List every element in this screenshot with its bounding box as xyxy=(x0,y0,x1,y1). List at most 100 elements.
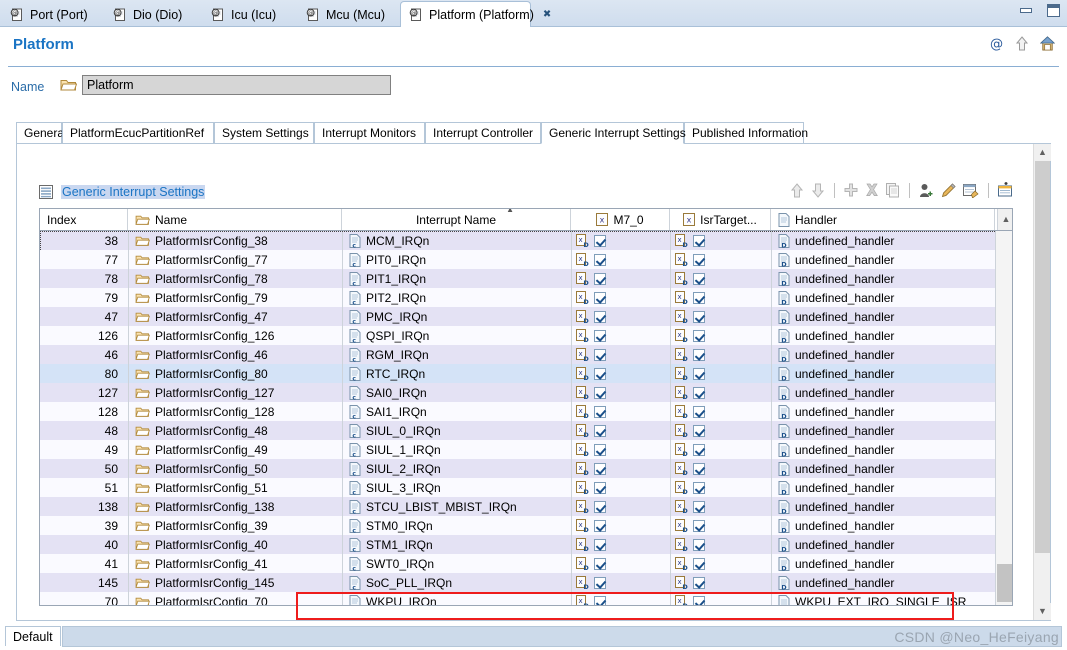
section-tab-system-settings[interactable]: System Settings xyxy=(214,122,314,144)
cell-m7-0[interactable]: xD xyxy=(576,459,670,478)
table-row[interactable]: 51 PlatformIsrConfig_51 c SIUL_3_IRQn x Dx D Du… xyxy=(40,478,996,497)
column-header-isrtarget-[interactable]: x IsrTarget... xyxy=(670,209,771,230)
cell-isr-target[interactable]: xD xyxy=(675,554,771,573)
table-row[interactable]: 145 PlatformIsrConfig_145 c SoC_PLL_IRQn x Dx… xyxy=(40,573,996,592)
isr-target-checkbox[interactable] xyxy=(693,234,705,247)
cell-isr-target[interactable]: xD xyxy=(675,307,771,326)
cell-isr-target[interactable]: xD xyxy=(675,421,771,440)
name-input[interactable] xyxy=(82,75,391,95)
section-tab-interrupt-monitors[interactable]: Interrupt Monitors xyxy=(314,122,425,144)
up-arrow-icon[interactable] xyxy=(1015,36,1029,51)
section-tab-interrupt-controller[interactable]: Interrupt Controller xyxy=(425,122,541,144)
minimize-button[interactable] xyxy=(1019,4,1034,17)
cell-isr-target[interactable]: xD xyxy=(675,326,771,345)
cell-m7-0[interactable]: xD xyxy=(576,535,670,554)
scroll-up-button[interactable]: ▲ xyxy=(1034,144,1051,161)
section-tab-general[interactable]: General xyxy=(16,122,67,144)
pencil-button[interactable] xyxy=(941,182,956,198)
table-row[interactable]: 41 PlatformIsrConfig_41 c SWT0_IRQn x Dx D Dund… xyxy=(40,554,996,573)
table-row[interactable]: 128 PlatformIsrConfig_128 c SAI1_IRQn x Dx D Du… xyxy=(40,402,996,421)
cell-m7-0[interactable]: xD xyxy=(576,573,670,592)
m7-0-checkbox[interactable] xyxy=(594,462,606,475)
m7-0-checkbox[interactable] xyxy=(594,367,606,380)
m7-0-checkbox[interactable] xyxy=(594,443,606,456)
cell-isr-target[interactable]: xD xyxy=(675,364,771,383)
table-row[interactable]: 127 PlatformIsrConfig_127 c SAI0_IRQn x Dx D Du… xyxy=(40,383,996,402)
table-row[interactable]: 138 PlatformIsrConfig_138 c STCU_LBIST_MBIS… xyxy=(40,497,996,516)
m7-0-checkbox[interactable] xyxy=(594,272,606,285)
isr-target-checkbox[interactable] xyxy=(693,405,705,418)
isr-target-checkbox[interactable] xyxy=(693,386,705,399)
cell-m7-0[interactable]: xD xyxy=(576,364,670,383)
cell-isr-target[interactable]: xD xyxy=(675,440,771,459)
isr-target-checkbox[interactable] xyxy=(693,481,705,494)
column-header-index[interactable]: Index xyxy=(40,209,128,230)
column-header-m7-0[interactable]: x M7_0 xyxy=(571,209,670,230)
cell-isr-target[interactable]: xD xyxy=(675,402,771,421)
table-row[interactable]: 49 PlatformIsrConfig_49 c SIUL_1_IRQn x Dx D Du… xyxy=(40,440,996,459)
isr-target-checkbox[interactable] xyxy=(693,462,705,475)
isr-target-checkbox[interactable] xyxy=(693,272,705,285)
close-icon[interactable]: ✖ xyxy=(543,9,551,20)
table-scroll-thumb[interactable] xyxy=(997,564,1012,602)
cell-m7-0[interactable]: xD xyxy=(576,497,670,516)
edit-table-button[interactable] xyxy=(963,183,979,199)
cell-isr-target[interactable]: xD xyxy=(675,269,771,288)
cell-isr-target[interactable]: xD xyxy=(675,459,771,478)
panel-vertical-scrollbar[interactable]: ▲ ▼ xyxy=(1033,144,1051,620)
cell-m7-0[interactable]: xD xyxy=(576,307,670,326)
cell-m7-0[interactable]: xD xyxy=(576,288,670,307)
move-up-button[interactable] xyxy=(790,182,804,198)
cell-m7-0[interactable]: xD xyxy=(576,478,670,497)
cell-m7-0[interactable]: xD xyxy=(576,383,670,402)
at-sign-icon[interactable]: @ xyxy=(989,36,1004,52)
m7-0-checkbox[interactable] xyxy=(594,253,606,266)
bottom-tab-default[interactable]: Default xyxy=(5,626,61,646)
isr-target-checkbox[interactable] xyxy=(693,576,705,589)
isr-target-checkbox[interactable] xyxy=(693,538,705,551)
cell-isr-target[interactable]: xD xyxy=(675,516,771,535)
table-row[interactable]: 126 PlatformIsrConfig_126 c QSPI_IRQn x Dx D Du… xyxy=(40,326,996,345)
m7-0-checkbox[interactable] xyxy=(594,557,606,570)
panel-scroll-thumb[interactable] xyxy=(1035,161,1050,553)
m7-0-checkbox[interactable] xyxy=(594,291,606,304)
isr-target-checkbox[interactable] xyxy=(693,500,705,513)
m7-0-checkbox[interactable] xyxy=(594,310,606,323)
cell-isr-target[interactable]: xD xyxy=(675,535,771,554)
isr-target-checkbox[interactable] xyxy=(693,519,705,532)
table-row[interactable]: 77 PlatformIsrConfig_77 c PIT0_IRQn x Dx D Dund… xyxy=(40,250,996,269)
table-row[interactable]: 39 PlatformIsrConfig_39 c STM0_IRQn x Dx D Dund… xyxy=(40,516,996,535)
table-row[interactable]: 40 PlatformIsrConfig_40 c STM1_IRQn x Dx D Dund… xyxy=(40,535,996,554)
move-down-button[interactable] xyxy=(811,183,825,198)
table-row[interactable]: 47 PlatformIsrConfig_47 c PMC_IRQn x Dx D Dunde… xyxy=(40,307,996,326)
isr-target-checkbox[interactable] xyxy=(693,557,705,570)
cell-m7-0[interactable]: xD xyxy=(576,269,670,288)
editor-tab-platform[interactable]: @ Platform (Platform) ✖ xyxy=(400,1,551,27)
cell-m7-0[interactable]: xD xyxy=(576,516,670,535)
table-row[interactable]: 80 PlatformIsrConfig_80 c RTC_IRQn x Dx D Dunde… xyxy=(40,364,996,383)
table-row[interactable]: 46 PlatformIsrConfig_46 c RGM_IRQn x Dx D Dunde… xyxy=(40,345,996,364)
section-tab-platformecucpartitionref[interactable]: PlatformEcucPartitionRef xyxy=(62,122,214,144)
table-row[interactable]: 78 PlatformIsrConfig_78 c PIT1_IRQn x Dx D Dund… xyxy=(40,269,996,288)
isr-target-checkbox[interactable] xyxy=(693,443,705,456)
cell-m7-0[interactable]: xD xyxy=(576,421,670,440)
isr-target-checkbox[interactable] xyxy=(693,348,705,361)
m7-0-checkbox[interactable] xyxy=(594,234,606,247)
cell-m7-0[interactable]: xD xyxy=(576,440,670,459)
isr-target-checkbox[interactable] xyxy=(693,595,705,605)
cell-isr-target[interactable]: xD xyxy=(675,231,771,250)
table-vertical-scrollbar[interactable] xyxy=(995,231,1012,605)
isr-target-checkbox[interactable] xyxy=(693,424,705,437)
m7-0-checkbox[interactable] xyxy=(594,424,606,437)
section-tab-published-information[interactable]: Published Information xyxy=(684,122,808,144)
scroll-down-button[interactable]: ▼ xyxy=(1034,603,1051,620)
cell-m7-0[interactable]: xD xyxy=(576,402,670,421)
cell-m7-0[interactable]: xD xyxy=(576,326,670,345)
m7-0-checkbox[interactable] xyxy=(594,481,606,494)
home-icon[interactable] xyxy=(1039,36,1056,51)
cell-isr-target[interactable]: xD xyxy=(675,497,771,516)
m7-0-checkbox[interactable] xyxy=(594,405,606,418)
m7-0-checkbox[interactable] xyxy=(594,329,606,342)
table-row[interactable]: 48 PlatformIsrConfig_48 c SIUL_0_IRQn x Dx D Du… xyxy=(40,421,996,440)
column-header-handler[interactable]: Handler xyxy=(771,209,995,230)
